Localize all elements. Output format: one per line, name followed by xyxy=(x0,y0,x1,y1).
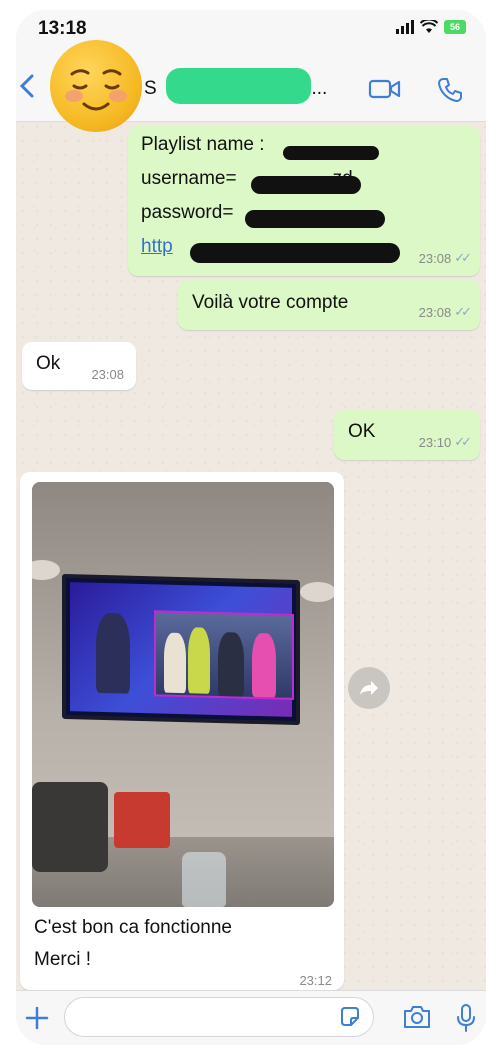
message-time: 23:08 xyxy=(418,250,452,266)
camera-icon[interactable] xyxy=(402,1004,432,1030)
battery-icon: 56 xyxy=(444,20,466,34)
phone-screen: 13:18 56 Sie... Playlist name: username… xyxy=(16,10,486,1045)
message-time: 23:08 xyxy=(91,367,124,382)
message-text: Ok xyxy=(36,353,61,374)
message-bubble[interactable]: Voilà votre compte 23:08 ✓✓ xyxy=(178,280,480,330)
message-time: 23:12 xyxy=(299,973,332,988)
signal-icon xyxy=(396,20,414,34)
status-icons: 56 xyxy=(396,20,466,34)
smiling-face-emoji-icon xyxy=(50,40,142,132)
redaction-mark xyxy=(283,146,379,160)
message-meta: 23:08 xyxy=(91,367,124,382)
forward-icon xyxy=(360,681,378,695)
message-meta: 23:08 ✓✓ xyxy=(418,304,472,320)
plus-icon[interactable] xyxy=(24,1005,50,1031)
name-redaction xyxy=(166,68,311,104)
message-bubble[interactable]: OK 23:10 ✓✓ xyxy=(334,410,480,460)
microphone-icon[interactable] xyxy=(456,1003,476,1033)
forward-button[interactable] xyxy=(348,667,390,709)
message-meta: 23:10 ✓✓ xyxy=(418,434,472,450)
read-receipt-icon: ✓✓ xyxy=(454,304,472,319)
video-call-icon[interactable] xyxy=(368,78,402,100)
message-text: Voilà votre compte xyxy=(192,292,349,313)
message-meta: 23:08 ✓✓ xyxy=(418,250,472,266)
message-input[interactable] xyxy=(64,997,374,1037)
redaction-mark xyxy=(190,243,400,263)
status-time: 13:18 xyxy=(38,18,87,39)
image-caption: C'est bon ca fonctionne Merci ! xyxy=(34,912,232,976)
tv-in-photo xyxy=(62,573,300,726)
message-time: 23:08 xyxy=(418,304,452,320)
redaction-mark xyxy=(251,176,361,194)
chevron-left-icon[interactable] xyxy=(18,74,38,98)
caption-line: Merci ! xyxy=(34,949,91,970)
caption-line: C'est bon ca fonctionne xyxy=(34,917,232,938)
phone-icon[interactable] xyxy=(436,76,464,104)
message-meta: 23:12 xyxy=(299,973,332,988)
wifi-icon xyxy=(420,20,438,33)
message-time: 23:10 xyxy=(418,434,452,450)
message-text: OK xyxy=(348,421,376,442)
image-message-bubble[interactable]: C'est bon ca fonctionne Merci ! 23:12 xyxy=(20,472,344,990)
redaction-mark xyxy=(245,210,385,228)
message-bubble[interactable]: Ok 23:08 xyxy=(22,342,136,390)
sticker-icon[interactable] xyxy=(338,1005,362,1029)
read-receipt-icon: ✓✓ xyxy=(454,434,472,449)
message-bubble-credentials[interactable]: Playlist name : username=zd password= ht… xyxy=(128,126,480,276)
read-receipt-icon: ✓✓ xyxy=(454,250,472,265)
message-input-bar xyxy=(16,990,486,1045)
photo-tv-screen[interactable] xyxy=(32,482,334,907)
